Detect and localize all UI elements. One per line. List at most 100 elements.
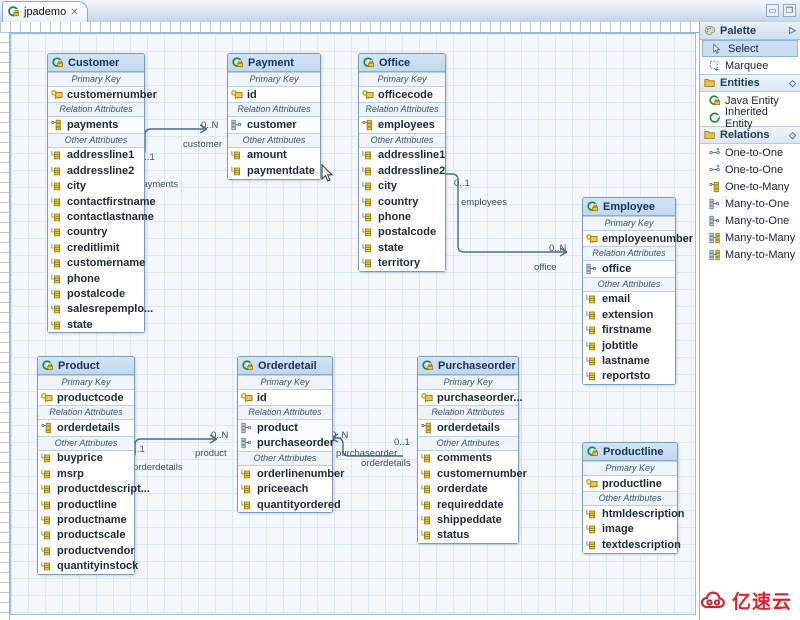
- entity-employee[interactable]: Employee Primary Key employeenumber Relatio…: [582, 197, 693, 386]
- attribute-row[interactable]: postalcode: [48, 286, 144, 302]
- entity-payment[interactable]: Payment Primary Key id Relation Attributes c…: [227, 53, 321, 180]
- attribute-row[interactable]: productname: [38, 512, 134, 528]
- editor-tab-jpademo[interactable]: jpademo ✕: [2, 1, 88, 22]
- attribute-row[interactable]: office: [583, 261, 675, 277]
- attribute-row[interactable]: country: [359, 193, 445, 210]
- entity-header[interactable]: Purchaseorder: [418, 357, 518, 375]
- entity-header[interactable]: Payment: [228, 54, 320, 72]
- expand-icon[interactable]: ◇: [789, 78, 796, 89]
- attribute-row[interactable]: id: [238, 390, 332, 406]
- attribute-row[interactable]: orderlinenumber: [238, 466, 344, 482]
- attribute-row[interactable]: textdescription: [583, 537, 681, 553]
- entity-header[interactable]: Employee: [583, 198, 675, 216]
- attribute-row[interactable]: email: [583, 291, 675, 308]
- attribute-row[interactable]: city: [359, 178, 445, 194]
- attribute-row[interactable]: customername: [48, 255, 145, 271]
- attribute-row[interactable]: customer: [228, 117, 320, 133]
- attribute-row[interactable]: orderdetails: [418, 420, 518, 436]
- attribute-row[interactable]: phone: [359, 209, 445, 225]
- attribute-row[interactable]: jobtitle: [583, 337, 675, 354]
- entity-header[interactable]: Customer: [48, 54, 144, 72]
- entity-office[interactable]: Office Primary Key officecode Relation Attr…: [358, 53, 446, 272]
- entity-header[interactable]: Product: [38, 357, 134, 375]
- attribute-row[interactable]: requireddate: [418, 496, 518, 513]
- attribute-row[interactable]: addressline1: [48, 147, 144, 164]
- minimize-button[interactable]: ▭: [766, 4, 779, 17]
- palette-item-many-to-one[interactable]: Many-to-One: [700, 195, 800, 212]
- attribute-row[interactable]: msrp: [38, 466, 134, 482]
- palette-tool-marquee[interactable]: Marquee: [700, 57, 800, 74]
- palette-item-one-to-many[interactable]: One-to-Many: [700, 178, 800, 195]
- close-icon[interactable]: ✕: [70, 7, 78, 18]
- palette-item-one-to-one[interactable]: One-to-One: [700, 161, 800, 178]
- palette-item-many-to-many[interactable]: Many-to-Many: [700, 229, 800, 246]
- attribute-row[interactable]: customernumber: [418, 466, 527, 482]
- attribute-row[interactable]: purchaseorder...: [418, 390, 523, 406]
- palette-tool-select[interactable]: Select: [702, 40, 798, 57]
- attribute-row[interactable]: lastname: [583, 353, 675, 369]
- palette-group-entities[interactable]: Entities ◇: [700, 74, 800, 92]
- attribute-row[interactable]: contactfirstname: [48, 193, 156, 210]
- entity-customer[interactable]: Customer Primary Key customernumber Relatio…: [47, 53, 157, 334]
- attribute-row[interactable]: territory: [359, 255, 445, 271]
- attribute-row[interactable]: productdescript...: [38, 481, 150, 497]
- attribute-row[interactable]: htmldescription: [583, 506, 685, 522]
- attribute-row[interactable]: contactlastname: [48, 209, 154, 225]
- attribute-row[interactable]: amount: [228, 147, 320, 164]
- attribute-row[interactable]: employeenumber: [583, 231, 693, 247]
- attribute-row[interactable]: priceeach: [238, 481, 332, 497]
- entity-product[interactable]: Product Primary Key productcode Relation At…: [37, 356, 150, 575]
- attribute-row[interactable]: reportsto: [583, 368, 675, 385]
- attribute-row[interactable]: employees: [359, 117, 445, 133]
- attribute-row[interactable]: firstname: [583, 322, 675, 338]
- chevron-right-icon[interactable]: ▷: [789, 25, 796, 36]
- attribute-row[interactable]: postalcode: [359, 224, 445, 241]
- attribute-row[interactable]: customernumber: [48, 87, 157, 103]
- attribute-row[interactable]: productline: [583, 476, 677, 492]
- expand-icon[interactable]: ◇: [789, 130, 796, 141]
- palette-item-many-to-many[interactable]: Many-to-Many: [700, 246, 800, 263]
- maximize-button[interactable]: ❐: [783, 4, 796, 17]
- attribute-row[interactable]: salesrepemplo...: [48, 301, 153, 318]
- palette-item-inherited entity[interactable]: Inherited Entity: [700, 106, 800, 130]
- attribute-row[interactable]: officecode: [359, 87, 445, 103]
- attribute-row[interactable]: comments: [418, 450, 518, 467]
- entity-header[interactable]: Productline: [583, 443, 677, 461]
- entity-header[interactable]: Orderdetail: [238, 357, 332, 375]
- palette-header[interactable]: Palette ▷: [700, 22, 800, 40]
- attribute-row[interactable]: phone: [48, 270, 144, 287]
- attribute-row[interactable]: status: [418, 527, 518, 544]
- attribute-row[interactable]: productscale: [38, 527, 134, 544]
- diagram-canvas[interactable]: 0..1 payments 0..N customer 0..1 employe…: [10, 33, 696, 615]
- attribute-row[interactable]: productline: [38, 496, 134, 513]
- attribute-row[interactable]: addressline2: [48, 163, 144, 179]
- palette-item-many-to-one[interactable]: Many-to-One: [700, 212, 800, 229]
- entity-orderdetail[interactable]: Orderdetail Primary Key id Relation Attribu…: [237, 356, 344, 514]
- attribute-row[interactable]: quantityinstock: [38, 558, 138, 574]
- attribute-row[interactable]: state: [359, 240, 445, 256]
- attribute-row[interactable]: productvendor: [38, 543, 135, 559]
- palette-item-one-to-one[interactable]: One-to-One: [700, 144, 800, 161]
- attribute-row[interactable]: buyprice: [38, 450, 134, 467]
- attribute-row[interactable]: id: [228, 87, 320, 103]
- attribute-row[interactable]: shippeddate: [418, 512, 518, 528]
- attribute-row[interactable]: productcode: [38, 390, 134, 406]
- attribute-row[interactable]: creditlimit: [48, 240, 144, 256]
- attribute-row[interactable]: extension: [583, 307, 675, 323]
- attribute-row[interactable]: orderdetails: [38, 420, 134, 436]
- attribute-row[interactable]: purchaseorder: [238, 435, 334, 452]
- entity-header[interactable]: Office: [359, 54, 445, 72]
- attribute-row[interactable]: addressline2: [359, 163, 445, 179]
- attribute-row[interactable]: image: [583, 521, 677, 538]
- entity-productline[interactable]: Productline Primary Key productline Other A…: [582, 442, 685, 554]
- attribute-row[interactable]: quantityordered: [238, 496, 341, 513]
- attribute-row[interactable]: paymentdate: [228, 163, 320, 179]
- attribute-row[interactable]: state: [48, 317, 144, 333]
- attribute-row[interactable]: addressline1: [359, 147, 445, 164]
- attribute-row[interactable]: orderdate: [418, 481, 518, 497]
- attribute-row[interactable]: payments: [48, 117, 144, 133]
- attribute-row[interactable]: city: [48, 178, 144, 194]
- attribute-row[interactable]: product: [238, 420, 332, 436]
- attribute-row[interactable]: country: [48, 224, 144, 241]
- entity-purchaseorder[interactable]: Purchaseorder Primary Key purchaseorder...…: [417, 356, 527, 545]
